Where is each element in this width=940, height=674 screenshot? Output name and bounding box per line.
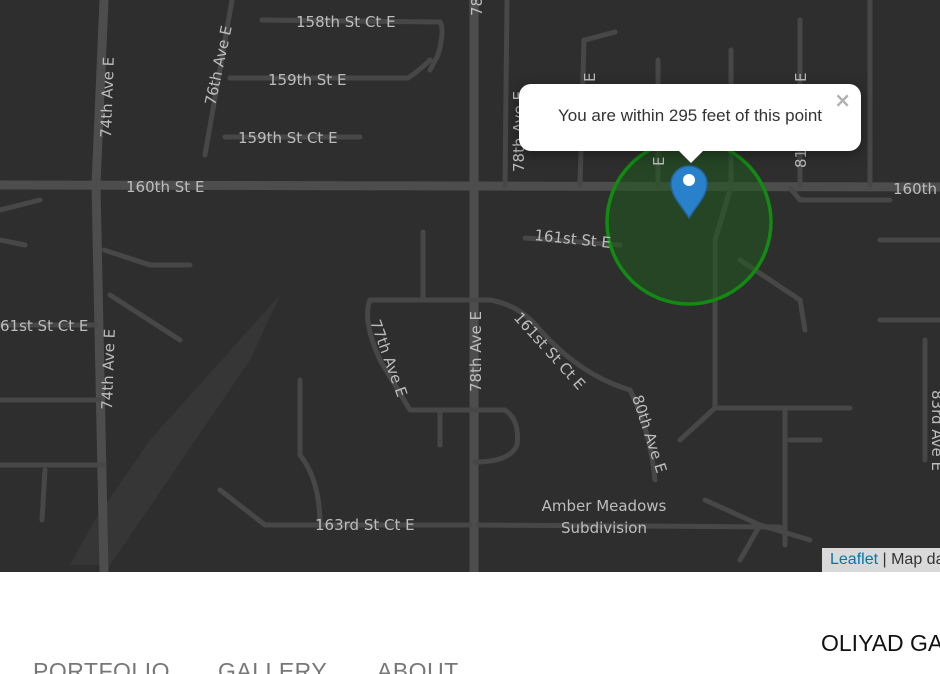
area-label: Amber Meadows: [542, 497, 667, 515]
popup-tip: [677, 149, 705, 163]
map-container[interactable]: 158th St Ct E 159th St E 159th St Ct E 1…: [0, 0, 940, 572]
street-label: 81: [792, 149, 810, 168]
street-label: 61st St Ct E: [0, 317, 88, 335]
street-label: 160th: [893, 180, 937, 198]
street-label: 160th St E: [126, 178, 204, 196]
nav-item-about[interactable]: ABOUT: [377, 658, 459, 674]
street-label: 76th Ave E: [201, 24, 235, 107]
street-label: 159th St Ct E: [238, 129, 338, 147]
area-label: Subdivision: [561, 519, 647, 537]
street-label: 161st St E: [534, 226, 612, 252]
street-label: 74th Ave E: [97, 57, 118, 139]
street-label: 159th St E: [268, 71, 346, 89]
site-brand[interactable]: OLIYAD GA: [821, 630, 940, 657]
main-nav: PORTFOLIO GALLERY ABOUT: [33, 658, 533, 674]
accuracy-circle[interactable]: [605, 138, 773, 306]
location-popup: You are within 295 feet of this point ×: [519, 84, 861, 163]
street-label: 161st St Ct E: [510, 309, 589, 394]
street-label: E: [650, 157, 668, 166]
street-label: 77th Ave E: [366, 317, 411, 399]
street-label: 74th Ave E: [98, 329, 119, 411]
close-icon[interactable]: ×: [834, 88, 851, 112]
street-label: 163rd St Ct E: [315, 516, 415, 534]
street-label: 158th St Ct E: [296, 13, 396, 31]
street-label: 80th Ave E: [628, 393, 670, 476]
popup-text: You are within 295 feet of this point: [558, 106, 822, 125]
street-label: E: [792, 73, 810, 82]
street-label: E: [581, 73, 599, 82]
nav-item-gallery[interactable]: GALLERY: [218, 658, 327, 674]
street-label: 78: [468, 0, 486, 16]
attribution-text: Map da: [891, 551, 940, 568]
map-attribution: Leaflet | Map da: [822, 548, 940, 572]
attribution-separator: |: [878, 551, 892, 568]
street-label: 83rd Ave E: [928, 390, 940, 471]
leaflet-link[interactable]: Leaflet: [830, 551, 878, 568]
street-label: 78th Ave E: [467, 311, 485, 392]
nav-item-portfolio[interactable]: PORTFOLIO: [33, 658, 170, 674]
